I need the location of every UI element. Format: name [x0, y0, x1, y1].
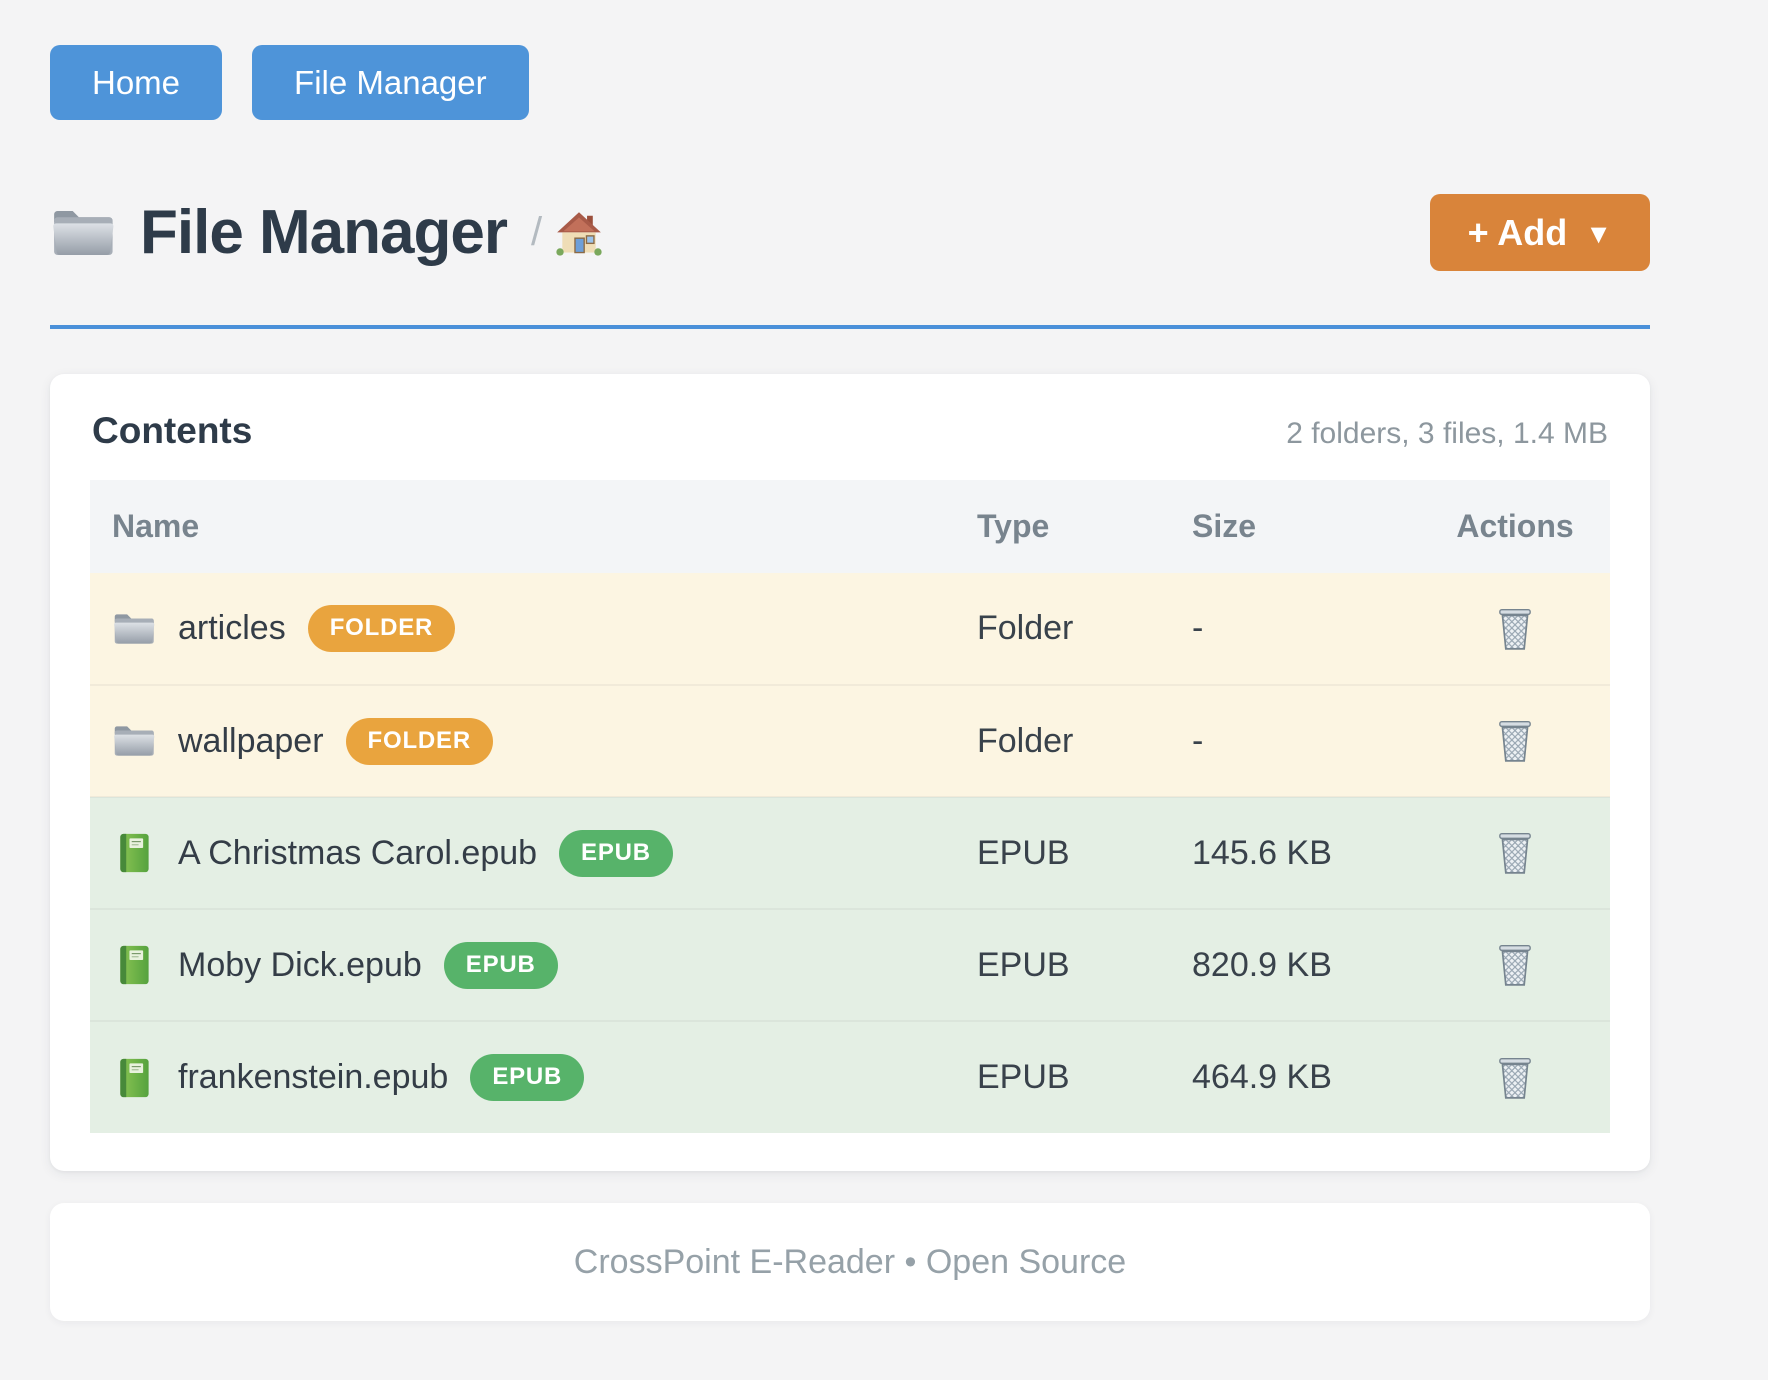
folder-icon: [50, 205, 116, 261]
table-row: wallpaper FOLDER Folder -: [90, 685, 1610, 797]
contents-summary: 2 folders, 3 files, 1.4 MB: [1286, 417, 1608, 451]
card-title: Contents: [92, 410, 252, 452]
wastebasket-icon: [1496, 942, 1534, 988]
breadcrumb-separator: /: [531, 210, 542, 255]
item-type: Folder: [955, 685, 1170, 797]
item-type: Folder: [955, 573, 1170, 685]
item-name[interactable]: wallpaper: [178, 722, 324, 761]
type-badge: FOLDER: [346, 718, 493, 765]
item-size: 145.6 KB: [1170, 797, 1420, 909]
item-name[interactable]: frankenstein.epub: [178, 1058, 448, 1097]
chevron-down-icon: ▼: [1585, 219, 1612, 250]
table-header-row: Name Type Size Actions: [90, 480, 1610, 573]
delete-button[interactable]: [1492, 1051, 1538, 1105]
delete-button[interactable]: [1492, 714, 1538, 768]
item-size: -: [1170, 685, 1420, 797]
title-divider: [50, 325, 1650, 329]
top-nav: Home File Manager: [50, 45, 1650, 120]
contents-card: Contents 2 folders, 3 files, 1.4 MB Name…: [50, 374, 1650, 1171]
green-book-icon: [112, 832, 156, 874]
add-button-label: + Add: [1468, 212, 1568, 254]
page-title: File Manager: [140, 197, 507, 268]
delete-button[interactable]: [1492, 938, 1538, 992]
item-size: 464.9 KB: [1170, 1021, 1420, 1133]
table-row: Moby Dick.epub EPUB EPUB 820.9 KB: [90, 909, 1610, 1021]
folder-icon: [112, 720, 156, 762]
item-name[interactable]: Moby Dick.epub: [178, 946, 422, 985]
wastebasket-icon: [1496, 830, 1534, 876]
item-type: EPUB: [955, 909, 1170, 1021]
nav-button-home[interactable]: Home: [50, 45, 222, 120]
table-row: A Christmas Carol.epub EPUB EPUB 145.6 K…: [90, 797, 1610, 909]
page-container: Home File Manager File Manager / + Add ▼…: [50, 0, 1650, 1321]
type-badge: EPUB: [470, 1054, 584, 1101]
table-row: articles FOLDER Folder -: [90, 573, 1610, 685]
item-type: EPUB: [955, 797, 1170, 909]
item-size: 820.9 KB: [1170, 909, 1420, 1021]
delete-button[interactable]: [1492, 826, 1538, 880]
nav-button-file-manager[interactable]: File Manager: [252, 45, 529, 120]
add-button[interactable]: + Add ▼: [1430, 194, 1650, 271]
type-badge: EPUB: [559, 830, 673, 877]
folder-icon: [112, 608, 156, 650]
title-group: File Manager /: [50, 197, 1430, 268]
file-table: Name Type Size Actions articles FOLDER F…: [90, 480, 1610, 1133]
item-name[interactable]: articles: [178, 609, 286, 648]
card-header: Contents 2 folders, 3 files, 1.4 MB: [90, 410, 1610, 452]
green-book-icon: [112, 1057, 156, 1099]
col-header-name: Name: [90, 480, 955, 573]
footer-text: CrossPoint E-Reader • Open Source: [574, 1243, 1126, 1282]
type-badge: FOLDER: [308, 605, 455, 652]
item-name[interactable]: A Christmas Carol.epub: [178, 834, 537, 873]
table-row: frankenstein.epub EPUB EPUB 464.9 KB: [90, 1021, 1610, 1133]
wastebasket-icon: [1496, 1055, 1534, 1101]
col-header-actions: Actions: [1420, 480, 1610, 573]
green-book-icon: [112, 944, 156, 986]
delete-button[interactable]: [1492, 602, 1538, 656]
footer-card: CrossPoint E-Reader • Open Source: [50, 1203, 1650, 1321]
title-row: File Manager / + Add ▼: [50, 194, 1650, 271]
item-size: -: [1170, 573, 1420, 685]
house-icon[interactable]: [556, 210, 602, 256]
col-header-size: Size: [1170, 480, 1420, 573]
wastebasket-icon: [1496, 606, 1534, 652]
type-badge: EPUB: [444, 942, 558, 989]
col-header-type: Type: [955, 480, 1170, 573]
item-type: EPUB: [955, 1021, 1170, 1133]
wastebasket-icon: [1496, 718, 1534, 764]
